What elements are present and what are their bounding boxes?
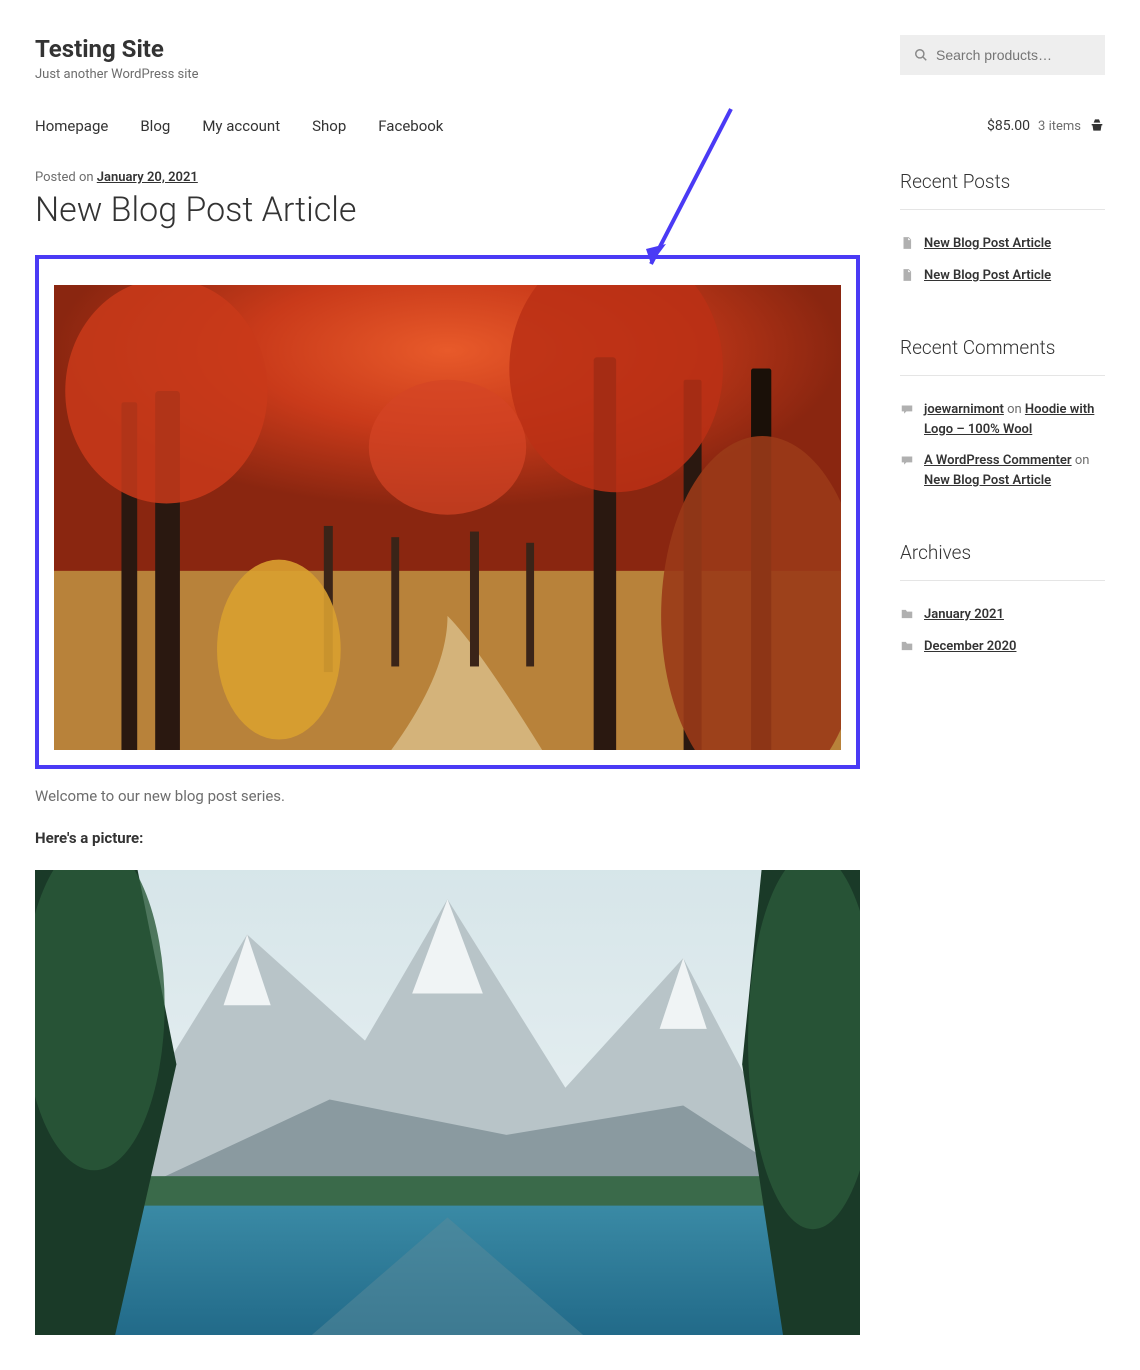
widget-title-archives: Archives: [900, 541, 1105, 581]
widget-title-recent-comments: Recent Comments: [900, 336, 1105, 376]
cart-price: $85.00: [987, 118, 1030, 134]
folder-icon: [900, 607, 914, 621]
document-icon: [900, 236, 914, 250]
cart-items-count: 3 items: [1038, 119, 1081, 134]
comment-author-link[interactable]: A WordPress Commenter: [924, 453, 1072, 468]
list-item: January 2021: [900, 599, 1105, 631]
widget-recent-posts: Recent Posts New Blog Post Article New B…: [900, 170, 1105, 291]
nav-blog[interactable]: Blog: [140, 117, 170, 135]
list-item: A WordPress Commenter on New Blog Post A…: [900, 445, 1105, 496]
featured-image: [54, 285, 841, 750]
nav-facebook[interactable]: Facebook: [378, 117, 443, 135]
widget-title-recent-posts: Recent Posts: [900, 170, 1105, 210]
sidebar: Recent Posts New Blog Post Article New B…: [900, 170, 1105, 1335]
folder-icon: [900, 639, 914, 653]
posted-on-label: Posted on: [35, 170, 97, 185]
comment-author-link[interactable]: joewarnimont: [924, 402, 1004, 417]
list-item: joewarnimont on Hoodie with Logo – 100% …: [900, 394, 1105, 445]
list-item: New Blog Post Article: [900, 228, 1105, 260]
post-body: Welcome to our new blog post series. Her…: [35, 784, 860, 1335]
post-meta: Posted on January 20, 2021: [35, 170, 860, 185]
post-title: New Blog Post Article: [35, 190, 860, 230]
search-box[interactable]: [900, 35, 1105, 75]
main-content: Posted on January 20, 2021 New Blog Post…: [35, 170, 860, 1335]
search-icon: [914, 48, 928, 62]
site-title[interactable]: Testing Site: [35, 35, 199, 63]
comment-icon: [900, 453, 914, 467]
post-date-link[interactable]: January 20, 2021: [97, 170, 198, 185]
archive-link[interactable]: December 2020: [924, 637, 1016, 657]
nav-my-account[interactable]: My account: [202, 117, 280, 135]
search-input[interactable]: [936, 47, 1091, 63]
list-item: December 2020: [900, 631, 1105, 663]
comment-icon: [900, 402, 914, 416]
site-tagline: Just another WordPress site: [35, 67, 199, 82]
archive-link[interactable]: January 2021: [924, 605, 1004, 625]
comment-on-text: on: [1072, 453, 1090, 468]
cart-summary[interactable]: $85.00 3 items: [987, 118, 1105, 134]
content-image: [35, 870, 860, 1335]
recent-post-link[interactable]: New Blog Post Article: [924, 266, 1051, 286]
comment-on-text: on: [1004, 402, 1025, 417]
basket-icon: [1089, 118, 1105, 134]
featured-image-frame: [35, 255, 860, 769]
list-item: New Blog Post Article: [900, 260, 1105, 292]
post-picture-label: Here's a picture:: [35, 829, 143, 847]
nav-shop[interactable]: Shop: [312, 117, 346, 135]
widget-recent-comments: Recent Comments joewarnimont on Hoodie w…: [900, 336, 1105, 496]
comment-target-link[interactable]: New Blog Post Article: [924, 473, 1051, 488]
widget-archives: Archives January 2021 December 2020: [900, 541, 1105, 662]
nav-homepage[interactable]: Homepage: [35, 117, 108, 135]
document-icon: [900, 268, 914, 282]
main-nav: Homepage Blog My account Shop Facebook: [35, 117, 443, 135]
site-branding: Testing Site Just another WordPress site: [35, 35, 199, 82]
post-welcome-text: Welcome to our new blog post series.: [35, 784, 860, 808]
recent-post-link[interactable]: New Blog Post Article: [924, 234, 1051, 254]
